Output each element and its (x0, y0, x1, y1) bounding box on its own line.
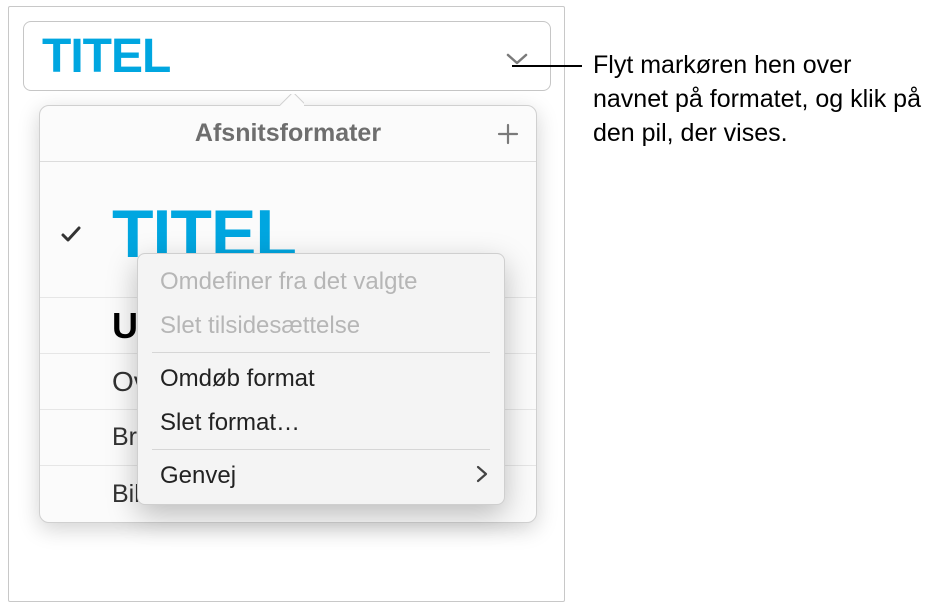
popover-title: Afsnitsformater (195, 119, 381, 148)
style-context-menu: Omdefiner fra det valgte Slet tilsidesæt… (137, 253, 505, 505)
callout-text: Flyt markøren hen over navnet på formate… (593, 48, 931, 150)
menu-shortcut[interactable]: Genvej (138, 454, 504, 498)
menu-redefine-from-selection: Omdefiner fra det valgte (138, 260, 504, 304)
chevron-right-icon (476, 462, 488, 490)
menu-clear-override: Slet tilsidesættelse (138, 304, 504, 348)
menu-separator (152, 352, 490, 353)
chevron-down-icon[interactable] (506, 52, 528, 71)
menu-item-label: Slet format… (160, 409, 300, 437)
paragraph-style-selector[interactable]: TITEL (23, 21, 551, 91)
styles-panel: TITEL Afsnitsformater TITEL Un Ove (8, 6, 565, 602)
current-style-label: TITEL (42, 29, 170, 84)
popover-arrow (280, 94, 304, 106)
menu-item-label: Slet tilsidesættelse (160, 312, 360, 340)
popover-header: Afsnitsformater (40, 106, 536, 162)
menu-item-label: Omdefiner fra det valgte (160, 268, 417, 296)
callout-leader-line (512, 65, 582, 67)
checkmark-icon (60, 223, 90, 245)
menu-item-label: Genvej (160, 462, 236, 490)
menu-rename-style[interactable]: Omdøb format (138, 357, 504, 401)
menu-separator (152, 449, 490, 450)
menu-item-label: Omdøb format (160, 365, 315, 393)
menu-delete-style[interactable]: Slet format… (138, 401, 504, 445)
add-style-button[interactable] (494, 120, 522, 148)
